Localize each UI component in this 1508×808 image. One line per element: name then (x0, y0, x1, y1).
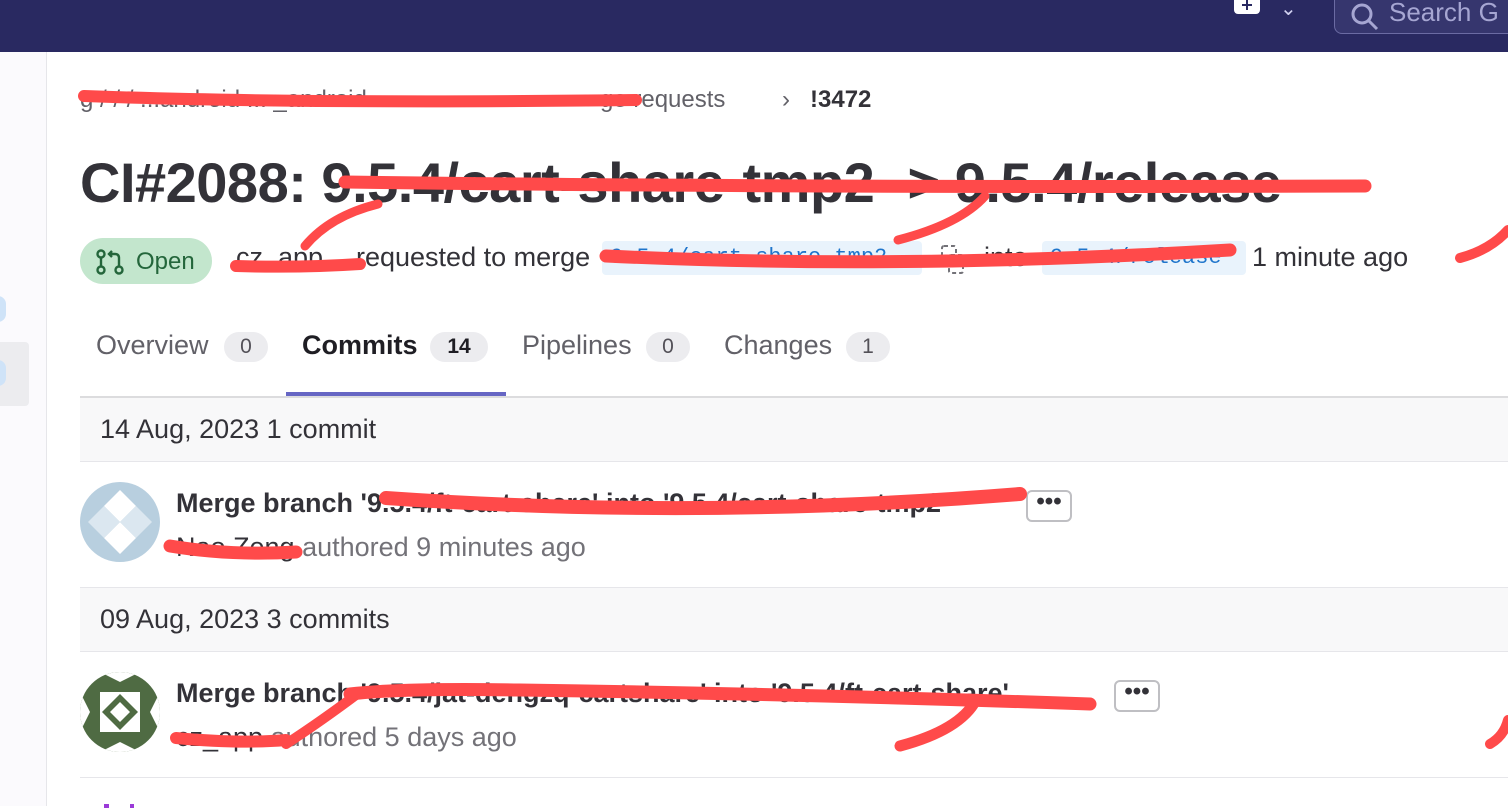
status-badge: Open (80, 238, 212, 284)
commit-time: authored 5 days ago (270, 722, 517, 752)
tab-pipelines-count: 0 (646, 332, 690, 362)
commit-author[interactable]: Nao Zeng (176, 532, 295, 562)
source-branch[interactable]: 9.5.4/cart-share-tmp2 (602, 241, 922, 275)
page-title: CI#2088: 9.5.4/cart-share-tmp2 -> 9.5.4/… (80, 151, 1282, 214)
target-branch[interactable]: 9.5.4/release (1042, 241, 1246, 275)
commit-row: Merge branch '9.5.4/jat-dengzq-cartshare… (80, 652, 1508, 778)
tab-changes-label: Changes (724, 330, 833, 360)
mr-time: 1 minute ago (1252, 242, 1409, 272)
tab-commits-label: Commits (302, 330, 418, 360)
toggle-commit-description-button[interactable]: ••• (1026, 490, 1072, 522)
breadcrumb-path[interactable]: g / / / ...android ... _android ge reque… (80, 86, 770, 114)
commit-row: Merge branch '9.5.4/ft-cart-share' into … (80, 462, 1508, 588)
plus-square-icon (1242, 0, 1252, 10)
commit-time: authored 9 minutes ago (302, 532, 586, 562)
new-item-button[interactable] (1234, 0, 1260, 14)
breadcrumb-separator-icon: › (782, 86, 790, 113)
identicon-avatar (80, 482, 160, 562)
sidebar-item-avatar[interactable] (0, 296, 6, 322)
merge-request-icon (96, 249, 124, 275)
search-placeholder: Search G (1389, 0, 1499, 27)
avatar[interactable] (80, 672, 160, 752)
tab-changes-count: 1 (846, 332, 890, 362)
commit-title[interactable]: Merge branch '9.5.4/ft-cart-share' into … (176, 488, 947, 519)
left-sidebar (0, 52, 47, 806)
search-icon (1351, 3, 1379, 31)
active-tab-indicator (286, 392, 506, 396)
status-badge-label: Open (136, 248, 195, 275)
mr-tabs: Overview 0 Commits 14 Pipelines 0 Change… (80, 306, 1508, 398)
top-navbar: ⌄ Search G (0, 0, 1508, 52)
mr-into-text: into (984, 242, 1028, 272)
commit-meta: cz_app authored 5 days ago (176, 722, 517, 753)
toggle-commit-description-button[interactable]: ••• (1114, 680, 1160, 712)
copy-icon[interactable] (940, 244, 966, 276)
tab-overview-label: Overview (96, 330, 209, 360)
commit-day-header-text: 14 Aug, 2023 1 commit (100, 414, 377, 444)
commit-title[interactable]: Merge branch '9.5.4/jat-dengzq-cartshare… (176, 678, 1009, 709)
commit-meta: Nao Zeng authored 9 minutes ago (176, 532, 586, 563)
mr-author[interactable]: cz_app (236, 242, 323, 273)
identicon-avatar (80, 672, 160, 752)
breadcrumb-path-label[interactable]: g / / / ...android ... _android (80, 86, 367, 113)
next-avatar-partial (104, 796, 134, 808)
chevron-down-icon[interactable]: ⌄ (1280, 0, 1297, 21)
breadcrumb-current[interactable]: !3472 (810, 86, 871, 114)
search-input[interactable]: Search G (1334, 0, 1508, 34)
commit-day-header: 14 Aug, 2023 1 commit (80, 398, 1508, 462)
breadcrumb-merge-requests[interactable]: ge requests (600, 86, 725, 114)
commit-day-header: 09 Aug, 2023 3 commits (80, 588, 1508, 652)
avatar[interactable] (80, 482, 160, 562)
tab-overview-count: 0 (224, 332, 268, 362)
tab-commits-count: 14 (430, 332, 488, 362)
mr-requested-text: requested to merge (356, 242, 591, 272)
commit-day-header-text: 09 Aug, 2023 3 commits (100, 604, 390, 634)
tab-pipelines-label: Pipelines (522, 330, 632, 360)
commit-author[interactable]: cz_app (176, 722, 263, 752)
